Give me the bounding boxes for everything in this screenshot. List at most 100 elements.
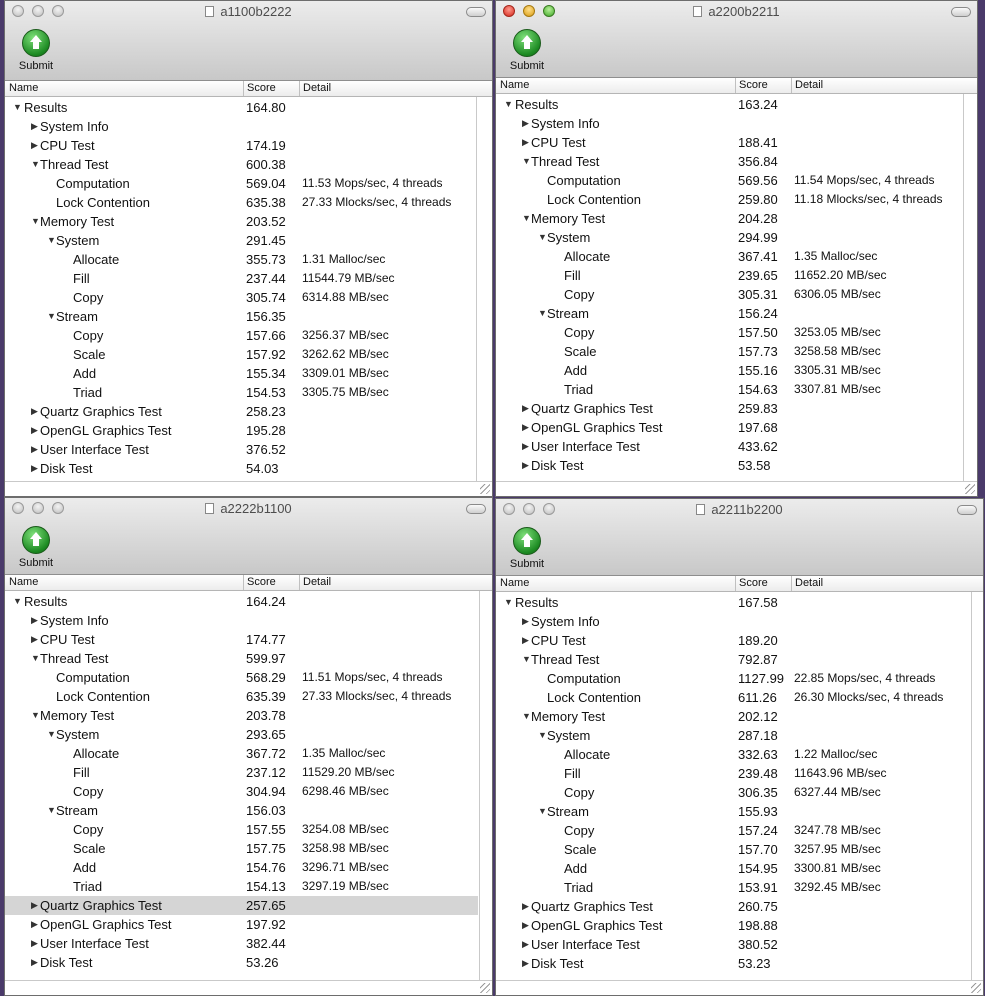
vertical-scrollbar[interactable] <box>479 591 492 981</box>
resize-grip-icon[interactable] <box>965 484 975 494</box>
disclosure-expanded-icon[interactable]: ▼ <box>538 304 547 323</box>
outline-row[interactable]: ▶ Disk Test 53.23 <box>496 954 970 973</box>
outline-row[interactable]: Copy 306.35 6327.44 MB/sec <box>496 783 970 802</box>
outline-row[interactable]: Add 154.76 3296.71 MB/sec <box>5 858 478 877</box>
disclosure-collapsed-icon[interactable]: ▶ <box>31 915 38 934</box>
disclosure-expanded-icon[interactable]: ▼ <box>31 706 40 725</box>
disclosure-expanded-icon[interactable]: ▼ <box>47 801 56 820</box>
column-header-name[interactable]: Name <box>9 82 38 94</box>
outline-row[interactable]: ▼ Stream 156.35 <box>5 307 475 326</box>
resize-grip-icon[interactable] <box>480 983 490 993</box>
outline-row[interactable]: ▶ User Interface Test 382.44 <box>5 934 478 953</box>
outline-row[interactable]: ▶ Quartz Graphics Test 260.75 <box>496 897 970 916</box>
disclosure-expanded-icon[interactable]: ▼ <box>31 212 40 231</box>
disclosure-collapsed-icon[interactable]: ▶ <box>31 934 38 953</box>
disclosure-expanded-icon[interactable]: ▼ <box>47 307 56 326</box>
outline-row[interactable]: Scale 157.75 3258.98 MB/sec <box>5 839 478 858</box>
column-header-name[interactable]: Name <box>9 576 38 588</box>
outline-row[interactable]: ▼ Thread Test 792.87 <box>496 650 970 669</box>
column-header-name[interactable]: Name <box>500 79 529 91</box>
disclosure-collapsed-icon[interactable]: ▶ <box>31 421 38 440</box>
vertical-scrollbar[interactable] <box>476 97 491 482</box>
resize-grip-icon[interactable] <box>971 983 981 993</box>
outline-row[interactable]: Copy 304.94 6298.46 MB/sec <box>5 782 478 801</box>
outline-row[interactable]: Allocate 367.72 1.35 Malloc/sec <box>5 744 478 763</box>
column-header-score[interactable]: Score <box>739 79 768 91</box>
column-divider[interactable] <box>243 81 244 96</box>
outline-row[interactable]: ▼ Memory Test 203.78 <box>5 706 478 725</box>
submit-button[interactable]: Submit <box>13 526 59 569</box>
disclosure-expanded-icon[interactable]: ▼ <box>13 98 22 117</box>
disclosure-collapsed-icon[interactable]: ▶ <box>31 117 38 136</box>
outline-row[interactable]: Triad 154.63 3307.81 MB/sec <box>496 380 962 399</box>
submit-button[interactable]: Submit <box>13 29 59 72</box>
outline-row[interactable]: Computation 569.56 11.54 Mops/sec, 4 threa… <box>496 171 962 190</box>
outline-row[interactable]: ▼ System 291.45 <box>5 231 475 250</box>
column-divider[interactable] <box>243 575 244 590</box>
column-header-score[interactable]: Score <box>247 576 276 588</box>
disclosure-expanded-icon[interactable]: ▼ <box>47 231 56 250</box>
outline-row[interactable]: ▶ User Interface Test 380.52 <box>496 935 970 954</box>
toolbar-toggle-button[interactable] <box>466 504 486 514</box>
outline-row[interactable]: Copy 305.74 6314.88 MB/sec <box>5 288 475 307</box>
outline-row[interactable]: Copy 305.31 6306.05 MB/sec <box>496 285 962 304</box>
disclosure-collapsed-icon[interactable]: ▶ <box>31 953 38 972</box>
outline-row[interactable]: Fill 239.48 11643.96 MB/sec <box>496 764 970 783</box>
outline-row[interactable]: ▶ OpenGL Graphics Test 197.68 <box>496 418 962 437</box>
disclosure-collapsed-icon[interactable]: ▶ <box>522 897 529 916</box>
column-divider[interactable] <box>791 576 792 591</box>
outline-row[interactable]: ▶ System Info <box>496 612 970 631</box>
outline-row[interactable]: ▼ Stream 156.24 <box>496 304 962 323</box>
horizontal-scrollbar[interactable] <box>5 481 492 496</box>
outline-row[interactable]: Allocate 355.73 1.31 Malloc/sec <box>5 250 475 269</box>
outline-row[interactable]: ▼ Results 164.80 <box>5 98 475 117</box>
outline-row[interactable]: Scale 157.70 3257.95 MB/sec <box>496 840 970 859</box>
toolbar-toggle-button[interactable] <box>957 505 977 515</box>
outline-row[interactable]: Copy 157.55 3254.08 MB/sec <box>5 820 478 839</box>
outline-row[interactable]: ▼ Memory Test 203.52 <box>5 212 475 231</box>
outline-row[interactable]: ▼ Memory Test 202.12 <box>496 707 970 726</box>
disclosure-expanded-icon[interactable]: ▼ <box>538 228 547 247</box>
column-divider[interactable] <box>299 575 300 590</box>
outline-row[interactable]: ▼ Stream 155.93 <box>496 802 970 821</box>
outline-row[interactable]: ▶ Disk Test 53.58 <box>496 456 962 475</box>
outline-row[interactable]: ▶ User Interface Test 376.52 <box>5 440 475 459</box>
disclosure-collapsed-icon[interactable]: ▶ <box>31 630 38 649</box>
column-header-score[interactable]: Score <box>247 82 276 94</box>
column-divider[interactable] <box>791 78 792 93</box>
outline-row[interactable]: Fill 237.44 11544.79 MB/sec <box>5 269 475 288</box>
disclosure-collapsed-icon[interactable]: ▶ <box>31 459 38 478</box>
outline-row[interactable]: Scale 157.73 3258.58 MB/sec <box>496 342 962 361</box>
outline-row[interactable]: Lock Contention 611.26 26.30 Mlocks/sec, 4… <box>496 688 970 707</box>
outline-row[interactable]: ▶ OpenGL Graphics Test 198.88 <box>496 916 970 935</box>
disclosure-collapsed-icon[interactable]: ▶ <box>31 611 38 630</box>
disclosure-expanded-icon[interactable]: ▼ <box>47 725 56 744</box>
outline-row[interactable]: ▼ System 294.99 <box>496 228 962 247</box>
outline-row[interactable]: ▼ Results 163.24 <box>496 95 962 114</box>
outline-row[interactable]: Lock Contention 259.80 11.18 Mlocks/sec, 4… <box>496 190 962 209</box>
outline-row[interactable]: ▼ System 293.65 <box>5 725 478 744</box>
outline-row[interactable]: ▶ Quartz Graphics Test 257.65 <box>5 896 478 915</box>
outline-row[interactable]: ▶ System Info <box>5 117 475 136</box>
outline-row[interactable]: Allocate 367.41 1.35 Malloc/sec <box>496 247 962 266</box>
disclosure-collapsed-icon[interactable]: ▶ <box>522 456 529 475</box>
vertical-scrollbar[interactable] <box>971 592 983 981</box>
outline-row[interactable]: Copy 157.66 3256.37 MB/sec <box>5 326 475 345</box>
disclosure-collapsed-icon[interactable]: ▶ <box>522 399 529 418</box>
disclosure-collapsed-icon[interactable]: ▶ <box>522 954 529 973</box>
column-header-detail[interactable]: Detail <box>795 577 823 589</box>
disclosure-expanded-icon[interactable]: ▼ <box>522 650 531 669</box>
disclosure-expanded-icon[interactable]: ▼ <box>504 95 513 114</box>
disclosure-collapsed-icon[interactable]: ▶ <box>31 896 38 915</box>
outline-row[interactable]: ▶ Disk Test 54.03 <box>5 459 475 478</box>
disclosure-collapsed-icon[interactable]: ▶ <box>31 440 38 459</box>
disclosure-expanded-icon[interactable]: ▼ <box>31 155 40 174</box>
outline-row[interactable]: Add 154.95 3300.81 MB/sec <box>496 859 970 878</box>
outline-row[interactable]: Scale 157.92 3262.62 MB/sec <box>5 345 475 364</box>
outline-row[interactable]: ▶ User Interface Test 433.62 <box>496 437 962 456</box>
disclosure-expanded-icon[interactable]: ▼ <box>538 802 547 821</box>
disclosure-collapsed-icon[interactable]: ▶ <box>522 418 529 437</box>
disclosure-collapsed-icon[interactable]: ▶ <box>522 133 529 152</box>
outline-row[interactable]: ▼ Thread Test 356.84 <box>496 152 962 171</box>
column-header-detail[interactable]: Detail <box>303 576 331 588</box>
